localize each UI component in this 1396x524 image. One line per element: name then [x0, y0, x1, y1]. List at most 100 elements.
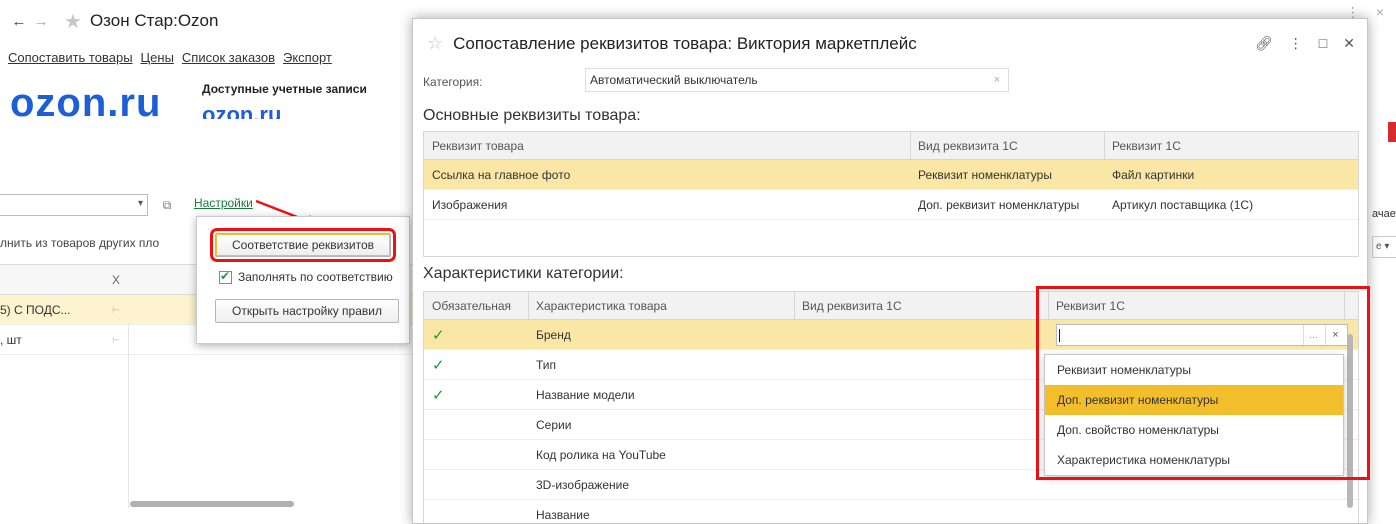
- horizontal-scrollbar[interactable]: [130, 501, 294, 507]
- ozon-logo-small: ozon.ru: [202, 103, 282, 119]
- check-icon: ✓: [432, 326, 445, 344]
- forward-arrow-icon[interactable]: →: [30, 11, 52, 31]
- cell-required[interactable]: [424, 470, 528, 499]
- text-caret: [1059, 329, 1060, 342]
- cell-attr: Изображения: [432, 197, 508, 212]
- open-icon[interactable]: ⧉: [158, 196, 176, 214]
- row-text: 5) С ПОДС...: [0, 303, 71, 317]
- table-row[interactable]: Название: [424, 500, 1358, 523]
- category-label: Категория:: [423, 75, 483, 89]
- link-icon[interactable]: 🔗︎: [1255, 35, 1273, 52]
- cell-value: Файл картинки: [1112, 167, 1195, 182]
- row-marker-icon: ⊢: [112, 305, 120, 315]
- dialog-window-controls: 🔗︎ ⋮ □ ✕: [1255, 35, 1355, 52]
- cell-kind[interactable]: [794, 440, 1048, 469]
- bg-window-title: Озон Стар:Ozon: [89, 11, 219, 30]
- cell-required[interactable]: [424, 410, 528, 439]
- category-value: Автоматический выключатель: [590, 73, 758, 87]
- right-text-fragment: ачает: [1372, 208, 1396, 220]
- fill-from-other-button[interactable]: лнить из товаров других пло: [0, 232, 196, 254]
- cell-required[interactable]: ✓: [424, 380, 528, 409]
- clear-icon[interactable]: ×: [994, 69, 1000, 91]
- cell-required[interactable]: ✓: [424, 350, 528, 379]
- check-icon: ✓: [432, 386, 445, 404]
- cell-kind[interactable]: [794, 470, 1048, 499]
- table-row[interactable]: Изображения Доп. реквизит номенклатуры А…: [424, 190, 1358, 220]
- header-kind[interactable]: Вид реквизита 1С: [794, 292, 1048, 319]
- dropdown-option[interactable]: Доп. свойство номенклатуры: [1045, 415, 1343, 445]
- back-arrow-icon[interactable]: ←: [8, 11, 30, 31]
- cell-kind[interactable]: [794, 320, 1048, 349]
- accounts-label: Доступные учетные записи: [202, 82, 367, 96]
- menu-link-match[interactable]: Сопоставить товары: [8, 50, 133, 65]
- cell-characteristic: Бренд: [536, 327, 571, 342]
- menu-link-export[interactable]: Экспорт: [283, 50, 332, 65]
- favorite-star-icon[interactable]: ☆: [427, 33, 443, 54]
- check-icon: ✓: [432, 356, 445, 374]
- right-combo-fragment[interactable]: e ▾: [1372, 236, 1396, 258]
- menu-link-orders[interactable]: Список заказов: [182, 50, 275, 65]
- maximize-icon[interactable]: □: [1319, 35, 1327, 52]
- cell-kind[interactable]: [794, 500, 1048, 523]
- category-characteristics-title: Характеристики категории:: [423, 265, 624, 282]
- cell-characteristic: Серии: [536, 417, 572, 432]
- vertical-scrollbar[interactable]: [1344, 320, 1356, 523]
- account-combo[interactable]: ▾: [0, 194, 148, 216]
- bg-menu-bar: Сопоставить товары Цены Список заказов Э…: [8, 50, 332, 65]
- close-icon[interactable]: ✕: [1343, 35, 1355, 52]
- dropdown-option[interactable]: Характеристика номенклатуры: [1045, 445, 1343, 475]
- cell-required[interactable]: [424, 500, 528, 523]
- cell-kind: Реквизит номенклатуры: [918, 167, 1052, 182]
- main-table-header: Реквизит товара Вид реквизита 1С Реквизи…: [424, 132, 1358, 160]
- table-row[interactable]: Ссылка на главное фото Реквизит номенкла…: [424, 160, 1358, 190]
- cell-kind[interactable]: [794, 380, 1048, 409]
- cell-characteristic: 3D-изображение: [536, 477, 630, 492]
- header-attr[interactable]: Реквизит товара: [424, 132, 910, 159]
- dropdown-option[interactable]: Реквизит номенклатуры: [1045, 355, 1343, 385]
- more-icon[interactable]: ⋮: [1289, 35, 1303, 52]
- main-attributes-title: Основные реквизиты товара:: [423, 107, 641, 124]
- cell-value: Артикул поставщика (1С): [1112, 197, 1254, 212]
- cell-characteristic: Название модели: [536, 387, 635, 402]
- attribute-kind-dropdown: Реквизит номенклатуры Доп. реквизит номе…: [1044, 354, 1344, 476]
- cell-required[interactable]: ✓: [424, 320, 528, 349]
- ozon-logo: ozon.ru: [10, 81, 162, 120]
- open-rules-settings-button[interactable]: Открыть настройку правил: [215, 299, 399, 323]
- scroll-thumb[interactable]: [1347, 334, 1353, 508]
- header-required[interactable]: Обязательная: [424, 292, 528, 319]
- status-flag: [1388, 122, 1396, 142]
- settings-link[interactable]: Настройки: [194, 196, 253, 210]
- checkbox-label: Заполнять по соответствию: [238, 270, 393, 284]
- header-kind[interactable]: Вид реквизита 1С: [910, 132, 1104, 159]
- cell-characteristic: Тип: [536, 357, 557, 372]
- cell-kind: Доп. реквизит номенклатуры: [918, 197, 1080, 212]
- clear-icon[interactable]: ×: [1325, 325, 1345, 345]
- cell-kind[interactable]: [794, 410, 1048, 439]
- row-text: , шт: [0, 333, 22, 347]
- cell-value[interactable]: [1048, 500, 1344, 523]
- cell-attr: Ссылка на главное фото: [432, 167, 571, 182]
- bg-navigation: ← → ★ Озон Стар:Ozon: [8, 8, 219, 34]
- column-x-header[interactable]: X: [112, 273, 120, 287]
- header-characteristic[interactable]: Характеристика товара: [528, 292, 794, 319]
- category-field[interactable]: Автоматический выключатель ×: [585, 68, 1009, 92]
- match-attributes-button[interactable]: Соответствие реквизитов: [210, 228, 396, 262]
- header-value[interactable]: Реквизит 1С: [1104, 132, 1358, 159]
- favorite-star-icon[interactable]: ★: [64, 9, 82, 34]
- table-row[interactable]: ✓ Бренд … ×: [424, 320, 1358, 350]
- cell-required[interactable]: [424, 440, 528, 469]
- checkbox[interactable]: [219, 269, 232, 284]
- cell-kind[interactable]: [794, 350, 1048, 379]
- cell-characteristic: Название: [536, 507, 590, 522]
- menu-link-prices[interactable]: Цены: [141, 50, 174, 65]
- dropdown-option[interactable]: Доп. реквизит номенклатуры: [1045, 385, 1343, 415]
- fill-by-match-checkbox-row[interactable]: Заполнять по соответствию: [219, 269, 393, 284]
- dialog-title-bar: ☆ Сопоставление реквизитов товара: Викто…: [427, 33, 917, 54]
- choose-icon[interactable]: …: [1303, 325, 1323, 345]
- chevron-down-icon[interactable]: ▾: [138, 198, 143, 209]
- dialog-title: Сопоставление реквизитов товара: Виктори…: [453, 33, 917, 53]
- row-marker-icon: ⊢: [112, 335, 120, 345]
- char-table-header: Обязательная Характеристика товара Вид р…: [424, 292, 1358, 320]
- header-value[interactable]: Реквизит 1С: [1048, 292, 1344, 319]
- attribute-value-editor[interactable]: … ×: [1056, 324, 1348, 346]
